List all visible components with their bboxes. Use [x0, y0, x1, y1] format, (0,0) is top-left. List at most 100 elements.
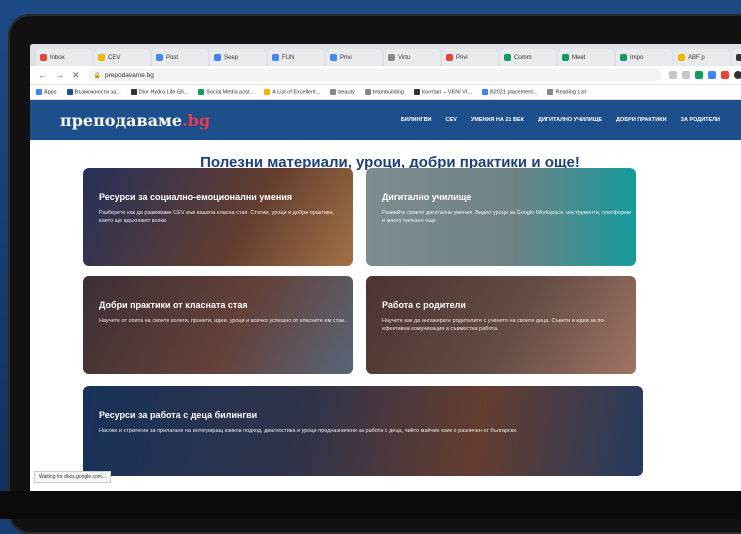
nav-item[interactable]: БИЛИНГВИ	[401, 117, 432, 123]
card-desc: Разберете как да развиваме CEV във вашат…	[99, 210, 334, 224]
card-desc: Развийте своите дигитални умения. Видео …	[382, 210, 632, 224]
browser-tab[interactable]: Virtu	[384, 49, 440, 66]
browser-tab[interactable]: FUN	[268, 49, 324, 66]
extension-icon[interactable]	[695, 71, 703, 79]
bookmark-icon	[364, 88, 371, 95]
browser-tab[interactable]: Comm	[500, 49, 556, 66]
nav-item[interactable]: ДОБРИ ПРАКТИКИ	[616, 117, 667, 123]
browser-tab[interactable]: Post	[152, 49, 208, 66]
logo-suffix: .bg	[182, 110, 211, 130]
browser-tab[interactable]: Privi	[442, 49, 498, 66]
bookmark-item[interactable]: Apps	[36, 88, 57, 96]
card-title: Ресурси за работа с деца билингви	[99, 410, 258, 420]
card-desc: Насоки и стратегии за прилагане на интег…	[99, 428, 518, 434]
bookmark-icon	[66, 88, 73, 95]
extension-icon[interactable]	[721, 71, 729, 79]
tab-favicon-icon	[388, 54, 395, 61]
card-title: Ресурси за социално-емоционални умения	[99, 192, 293, 202]
card-overlay	[83, 276, 353, 374]
bookmark-item[interactable]: B2021 placement...	[482, 88, 538, 96]
bookmark-icon	[130, 88, 137, 95]
bookmark-item[interactable]: Reading List	[547, 88, 587, 96]
back-icon[interactable]: ←	[38, 70, 47, 80]
bookmark-label: Apps	[44, 89, 57, 96]
card-sel-resources[interactable]: Ресурси за социално-емоционални умения Р…	[83, 168, 353, 266]
bookmark-item[interactable]: Възможности за...	[66, 88, 121, 95]
tab-label: FUN	[282, 54, 295, 61]
tab-label: Privi	[340, 54, 352, 61]
tab-favicon-icon	[446, 54, 453, 61]
tab-favicon-icon	[620, 54, 627, 61]
bookmark-item[interactable]: beauty	[330, 88, 355, 96]
extension-icon[interactable]	[708, 71, 716, 79]
tab-label: Meet	[572, 54, 586, 61]
card-title: Добри практики от класната стая	[99, 300, 248, 310]
card-digital-school[interactable]: Дигитално училище Развийте своите дигита…	[366, 168, 636, 266]
tab-favicon-icon	[214, 54, 221, 61]
tab-label: Post	[166, 54, 179, 61]
browser-tab[interactable]: ABF p	[674, 49, 730, 66]
card-title: Работа с родители	[382, 300, 466, 310]
tab-label: Inbox	[50, 54, 65, 61]
nav-item[interactable]: ДИГИТАЛНО УЧИЛИЩЕ	[538, 117, 602, 123]
bookmark-label: A List of Excellent...	[272, 89, 321, 96]
bookmark-item[interactable]: teambuilding	[364, 88, 404, 96]
bookmark-icon	[482, 88, 489, 95]
bookmark-item[interactable]: Dior Hydra Life Gli...	[130, 88, 189, 96]
forward-icon[interactable]: →	[55, 70, 64, 80]
bookmark-label: Dior Hydra Life Gli...	[138, 89, 189, 96]
browser-tab[interactable]: CEV	[94, 49, 150, 66]
tab-bar: Inbox CEV Post Seep FUN Privi Virtu Privi Comm Me…	[30, 44, 741, 66]
star-icon[interactable]	[682, 71, 690, 79]
bookmark-label: Social Media post...	[206, 89, 255, 96]
browser-tab[interactable]: Impo	[616, 49, 672, 66]
bookmark-item[interactable]: Контакт – VENI VI...	[413, 88, 473, 96]
bookmark-label: Reading List	[555, 89, 587, 96]
reload-icon[interactable]: ✕	[72, 70, 80, 81]
browser-tab[interactable]: Inbox	[36, 49, 92, 66]
browser-tab[interactable]: 40 Sc	[732, 49, 741, 66]
browser-tab[interactable]: Privi	[326, 49, 382, 66]
tab-favicon-icon	[678, 54, 685, 61]
site-header: преподаваме.bg БИЛИНГВИ CEV УМЕНИЯ НА 21 В…	[30, 100, 741, 140]
card-good-practices[interactable]: Добри практики от класната стая Научете …	[83, 276, 353, 374]
card-title: Дигитално училище	[382, 192, 472, 202]
bookmark-icon	[330, 88, 337, 95]
bookmarks-bar: Apps Възможности за... Dior Hydra Life Gli…	[30, 85, 741, 100]
card-bilingual[interactable]: Ресурси за работа с деца билингви Насоки…	[83, 386, 643, 476]
logo-main: преподаваме	[60, 110, 183, 130]
laptop-bezel	[0, 491, 741, 519]
share-icon[interactable]	[669, 71, 677, 79]
nav-item[interactable]: CEV	[446, 117, 457, 123]
address-bar[interactable]: 🔒 prepodavame.bg	[87, 69, 661, 81]
bookmark-label: teambuilding	[372, 89, 404, 96]
nav-item[interactable]: УМЕНИЯ НА 21 ВЕК	[471, 117, 524, 123]
bookmark-icon	[198, 88, 205, 95]
bookmark-label: Контакт – VENI VI...	[421, 89, 473, 96]
tab-favicon-icon	[562, 54, 569, 61]
site-logo[interactable]: преподаваме.bg	[60, 111, 210, 130]
tab-label: Comm	[514, 54, 532, 61]
card-desc: Научете как да ангажирате родителите с у…	[382, 318, 606, 332]
site-nav: БИЛИНГВИ CEV УМЕНИЯ НА 21 ВЕК ДИГИТАЛНО УЧИ…	[401, 117, 720, 123]
bookmark-icon	[36, 88, 42, 95]
tab-favicon-icon	[156, 54, 163, 61]
tab-label: ABF p	[688, 54, 705, 61]
tab-label: Seep	[224, 54, 239, 61]
card-parents[interactable]: Работа с родители Научете как да ангажир…	[366, 276, 636, 374]
tab-favicon-icon	[330, 54, 337, 61]
bookmark-item[interactable]: A List of Excellent...	[264, 88, 321, 96]
browser-tab[interactable]: Seep	[210, 49, 266, 66]
url-text: prepodavame.bg	[105, 71, 154, 79]
browser-tab[interactable]: Meet	[558, 49, 614, 66]
bookmark-item[interactable]: Social Media post...	[198, 88, 255, 96]
profile-icon[interactable]	[734, 71, 741, 79]
tab-favicon-icon	[98, 54, 105, 61]
bookmark-label: beauty	[338, 89, 355, 96]
tab-label: Privi	[456, 54, 468, 61]
extensions	[669, 71, 741, 79]
card-desc: Научете от опита на своите колеги, проек…	[99, 318, 346, 324]
bookmark-label: B2021 placement...	[490, 89, 538, 96]
nav-item[interactable]: ЗА РОДИТЕЛИ	[681, 117, 720, 123]
tab-label: CEV	[108, 54, 121, 61]
